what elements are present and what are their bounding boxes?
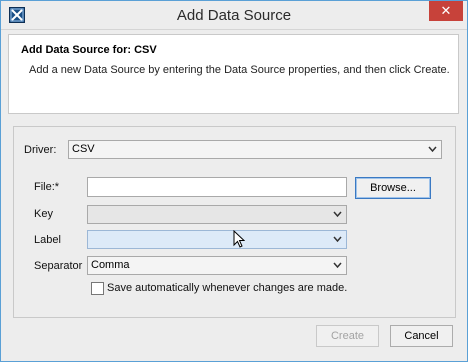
driver-label: Driver: — [24, 144, 57, 156]
chevron-down-icon — [333, 236, 342, 243]
key-select[interactable] — [87, 205, 347, 224]
autosave-checkbox[interactable] — [91, 282, 104, 295]
separator-select-value: Comma — [91, 259, 130, 271]
label-select[interactable] — [87, 230, 347, 249]
separator-select[interactable]: Comma — [87, 256, 347, 275]
browse-button[interactable]: Browse... — [355, 177, 431, 199]
chevron-down-icon — [428, 146, 437, 153]
key-label: Key — [34, 208, 53, 220]
separator-label: Separator — [34, 260, 83, 272]
header-description: Add a new Data Source by entering the Da… — [29, 64, 450, 76]
title-bar: Add Data Source ✕ — [1, 1, 467, 30]
cancel-button[interactable]: Cancel — [390, 325, 453, 347]
create-button[interactable]: Create — [316, 325, 379, 347]
chevron-down-icon — [333, 211, 342, 218]
driver-select[interactable]: CSV — [68, 140, 442, 159]
label-label: Label — [34, 234, 61, 246]
header-panel: Add Data Source for: CSV Add a new Data … — [8, 34, 459, 114]
window-title: Add Data Source — [176, 7, 292, 24]
mouse-cursor-icon — [233, 230, 245, 248]
close-button[interactable]: ✕ — [429, 1, 463, 21]
header-title: Add Data Source for: CSV — [21, 44, 157, 56]
chevron-down-icon — [333, 262, 342, 269]
file-label: File:* — [34, 181, 60, 193]
autosave-label: Save automatically whenever changes are … — [107, 282, 348, 294]
driver-select-value: CSV — [72, 143, 95, 155]
file-field[interactable] — [87, 177, 347, 197]
add-data-source-dialog: Add Data Source ✕ Add Data Source for: C… — [0, 0, 468, 362]
